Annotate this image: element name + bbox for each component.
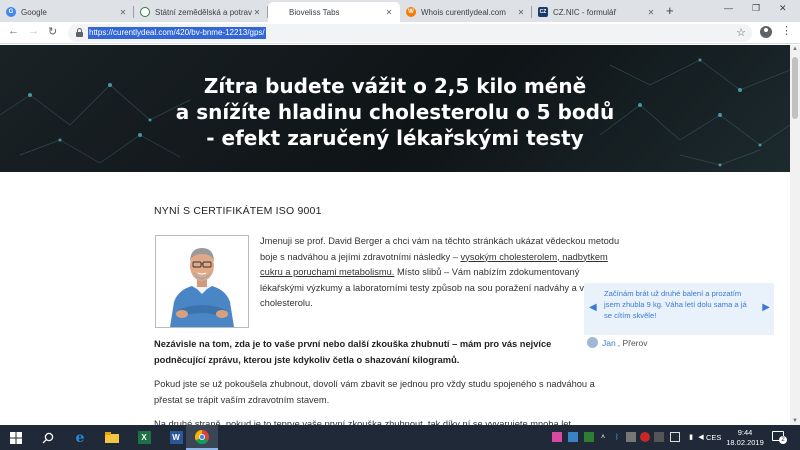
tab-close-icon[interactable]: ✕ (516, 8, 526, 17)
search-icon (42, 432, 54, 443)
scrollbar-thumb[interactable] (792, 57, 798, 119)
bluetooth-icon[interactable]: ᛒ (612, 432, 622, 442)
tab-close-icon[interactable]: ✕ (252, 8, 262, 17)
network-icon[interactable]: ▮ (686, 432, 696, 442)
page-viewport: Zítra budete vážit o 2,5 kilo méně a sní… (0, 45, 790, 425)
tab-szpi[interactable]: Státní zemědělská a potrav ✕ (134, 2, 268, 22)
taskbar-edge[interactable]: e (64, 425, 96, 450)
bold-paragraph: Nezávisle na tom, zda je to vaše první n… (154, 339, 552, 365)
testimonial-next-arrow-icon[interactable]: ▶ (762, 302, 770, 313)
antivirus-icon[interactable] (640, 432, 650, 442)
taskbar-chrome[interactable] (186, 425, 218, 450)
testimonial-text: Začínám brát už druhé balení a prozatím … (604, 289, 747, 320)
minimize-icon[interactable]: — (724, 3, 733, 13)
hero-line-1: Zítra budete vážit o 2,5 kilo méně (203, 74, 587, 98)
tab-whois[interactable]: W Whois curentlydeal.com ✕ (400, 2, 532, 22)
hero-banner: Zítra budete vážit o 2,5 kilo méně a sní… (0, 45, 790, 172)
tray-app-icon[interactable] (584, 432, 594, 442)
tray-app-icon[interactable] (552, 432, 562, 442)
tray-app-icon[interactable] (654, 432, 664, 442)
hero-line-3: - efekt zaručený lékařskými testy (206, 126, 584, 150)
tab-close-icon[interactable]: ✕ (384, 8, 394, 17)
tab-google[interactable]: G Google ✕ (0, 2, 134, 22)
word-icon: W (169, 431, 183, 444)
excel-icon: X (137, 431, 151, 444)
tab-title: CZ.NIC - formulář (553, 7, 617, 17)
volume-icon[interactable]: ◀ (696, 432, 706, 442)
scroll-down-icon[interactable]: ▼ (792, 418, 798, 424)
tab-title: Google (21, 7, 47, 17)
tray-arrow-icon[interactable]: ˄ (598, 432, 608, 442)
page-scrollbar[interactable]: ▲ ▼ (790, 45, 800, 425)
lock-icon (76, 28, 83, 37)
url-text[interactable]: https://curentlydeal.com/420/bv-bnme-122… (88, 27, 266, 39)
tab-title: Státní zemědělská a potrav (155, 7, 252, 17)
edge-icon: e (75, 429, 85, 446)
restore-icon[interactable]: ❐ (752, 3, 760, 14)
testimonial-prev-arrow-icon[interactable]: ◀ (589, 302, 597, 313)
tab-strip: G Google ✕ Státní zemědělská a potrav ✕ … (0, 0, 800, 22)
window-close-icon[interactable]: ✕ (779, 3, 787, 14)
tab-title: Whois curentlydeal.com (421, 7, 506, 17)
action-center-icon[interactable]: 2 (772, 431, 787, 444)
taskbar-excel[interactable]: X (128, 425, 160, 450)
forward-arrow-icon[interactable]: → (28, 25, 39, 37)
tray-app-icon[interactable] (626, 432, 636, 442)
hero-line-2: a snížíte hladinu cholesterolu o 5 bodů (175, 100, 615, 124)
taskbar-search-button[interactable] (32, 425, 64, 450)
tab-close-icon[interactable]: ✕ (646, 8, 656, 17)
start-button[interactable] (0, 425, 32, 450)
reload-icon[interactable]: ↻ (48, 25, 57, 38)
windows-taskbar: e X W ˄ ᛒ ▮ ◀ CES 9:44 18.02.2019 2 (0, 425, 800, 450)
back-arrow-icon[interactable]: ← (8, 25, 19, 37)
taskbar-file-explorer[interactable] (96, 425, 128, 450)
paragraph-3: Na druhé straně, pokud je to teprve vaše… (154, 419, 572, 425)
doctor-photo (155, 235, 249, 328)
menu-dots-icon[interactable]: ⋮ (781, 24, 792, 37)
hero-title: Zítra budete vážit o 2,5 kilo méně a sní… (0, 73, 790, 151)
notification-count: 2 (779, 436, 787, 444)
scroll-up-icon[interactable]: ▲ (792, 46, 798, 52)
szpi-favicon-icon (140, 7, 150, 17)
chrome-icon (195, 429, 209, 444)
tab-bioveliss[interactable]: Bioveliss Tabs ✕ (268, 2, 400, 22)
paragraph-2: Pokud jste se už pokoušela zhubnout, dov… (154, 379, 595, 405)
user-icon (587, 337, 598, 348)
bookmark-star-icon[interactable]: ☆ (736, 26, 746, 39)
battery-icon[interactable] (670, 432, 680, 442)
clock-date: 18.02.2019 (726, 437, 764, 447)
account-avatar-icon[interactable] (760, 26, 772, 38)
tray-app-icon[interactable] (568, 432, 578, 442)
intro-paragraph: Jmenuji se prof. David Berger a chci vám… (260, 234, 620, 312)
testimonial-author: Jan , Přerov (587, 337, 647, 348)
author-city: , Přerov (617, 337, 648, 348)
certificate-heading: NYNÍ S CERTIFIKÁTEM ISO 9001 (154, 205, 322, 217)
browser-toolbar: ← → ↻ https://curentlydeal.com/420/bv-bn… (0, 22, 800, 44)
clock-time: 9:44 (737, 428, 753, 437)
windows-start-icon (10, 431, 22, 444)
testimonial-box: ◀ Začínám brát už druhé balení a prozatí… (584, 283, 774, 335)
tab-cznic[interactable]: CZ CZ.NIC - formulář ✕ (532, 2, 662, 22)
cznic-favicon-icon: CZ (538, 7, 548, 17)
blank-favicon-icon (274, 7, 284, 17)
author-name: Jan (602, 337, 616, 348)
file-explorer-icon (105, 432, 119, 443)
tab-close-icon[interactable]: ✕ (118, 8, 128, 17)
google-favicon-icon: G (6, 7, 16, 17)
doctor-portrait-icon (156, 236, 248, 327)
taskbar-clock[interactable]: 9:44 18.02.2019 (726, 428, 764, 447)
whois-favicon-icon: W (406, 7, 416, 17)
language-indicator[interactable]: CES (706, 433, 721, 442)
new-tab-button[interactable]: + (666, 3, 674, 18)
tab-title: Bioveliss Tabs (289, 7, 340, 17)
address-bar[interactable]: https://curentlydeal.com/420/bv-bnme-122… (68, 24, 752, 42)
